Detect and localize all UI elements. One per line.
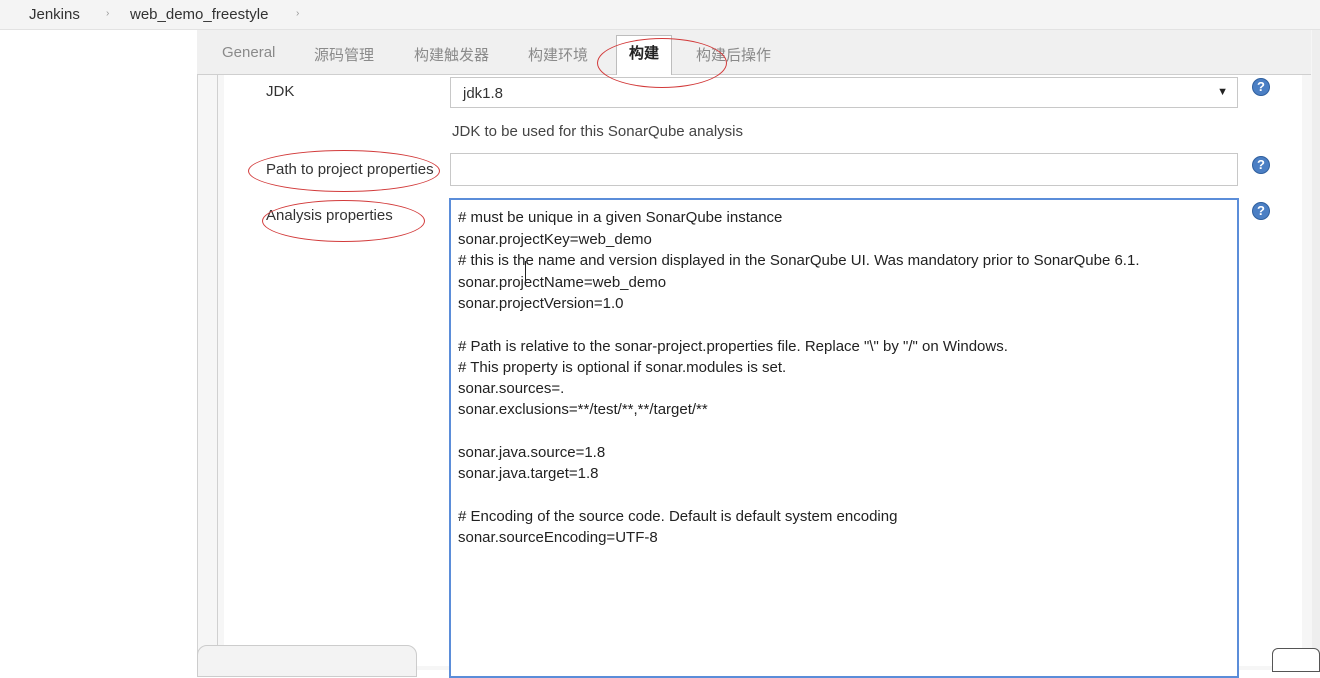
- textarea-line: sonar.sourceEncoding=UTF-8: [458, 529, 658, 546]
- help-icon[interactable]: ?: [1252, 202, 1270, 220]
- textarea-line: sonar.java.target=1.8: [458, 465, 599, 482]
- textarea-line: sonar.sources=.: [458, 380, 565, 397]
- textarea-line: sonar.projectVersion=1.0: [458, 295, 624, 312]
- breadcrumb-separator-icon[interactable]: ›: [106, 8, 109, 19]
- analysis-properties-label: Analysis properties: [266, 207, 393, 224]
- tab-build[interactable]: 构建: [616, 35, 672, 77]
- side-panel: [0, 30, 197, 666]
- textarea-line: # this is the name and version displayed…: [458, 252, 1140, 269]
- jdk-hint: JDK to be used for this SonarQube analys…: [452, 123, 743, 140]
- path-to-project-properties-label: Path to project properties: [266, 161, 434, 178]
- jdk-label: JDK: [266, 83, 295, 100]
- tab-post-build-actions[interactable]: 构建后操作: [696, 44, 771, 65]
- jdk-selected-value: jdk1.8: [463, 85, 504, 102]
- tab-build-environment[interactable]: 构建环境: [528, 44, 588, 65]
- scrollbar[interactable]: [1312, 30, 1320, 666]
- analysis-properties-textarea[interactable]: # must be unique in a given SonarQube in…: [449, 198, 1239, 678]
- textarea-line: # Encoding of the source code. Default i…: [458, 508, 898, 525]
- textarea-line: # This property is optional if sonar.mod…: [458, 359, 787, 376]
- breadcrumb-separator-icon[interactable]: ›: [296, 8, 299, 19]
- chevron-down-icon[interactable]: ▼: [1217, 86, 1228, 98]
- textarea-line: sonar.exclusions=**/test/**,**/target/**: [458, 401, 708, 418]
- tab-build-triggers[interactable]: 构建触发器: [414, 44, 489, 65]
- tab-general[interactable]: General: [222, 44, 275, 61]
- textarea-line: # Path is relative to the sonar-project.…: [458, 338, 1008, 355]
- help-icon[interactable]: ?: [1252, 78, 1270, 96]
- textarea-line: # must be unique in a given SonarQube in…: [458, 209, 783, 226]
- help-icon[interactable]: ?: [1252, 156, 1270, 174]
- jdk-select[interactable]: jdk1.8 ▼: [450, 77, 1238, 108]
- textarea-line: sonar.projectKey=web_demo: [458, 231, 652, 248]
- side-panel-bottom-tab: [197, 645, 417, 677]
- gauge-icon: [1272, 648, 1320, 672]
- breadcrumb-bar: Jenkins › web_demo_freestyle ›: [0, 0, 1320, 30]
- breadcrumb-jenkins-link[interactable]: Jenkins: [29, 6, 80, 23]
- breadcrumb-job-link[interactable]: web_demo_freestyle: [130, 6, 268, 23]
- textarea-line: sonar.java.source=1.8: [458, 444, 606, 461]
- path-to-project-properties-input[interactable]: [450, 153, 1238, 186]
- textarea-line: sonar.projectName=web_demo: [458, 274, 667, 291]
- text-cursor-icon: [525, 261, 526, 283]
- tab-scm[interactable]: 源码管理: [314, 44, 374, 65]
